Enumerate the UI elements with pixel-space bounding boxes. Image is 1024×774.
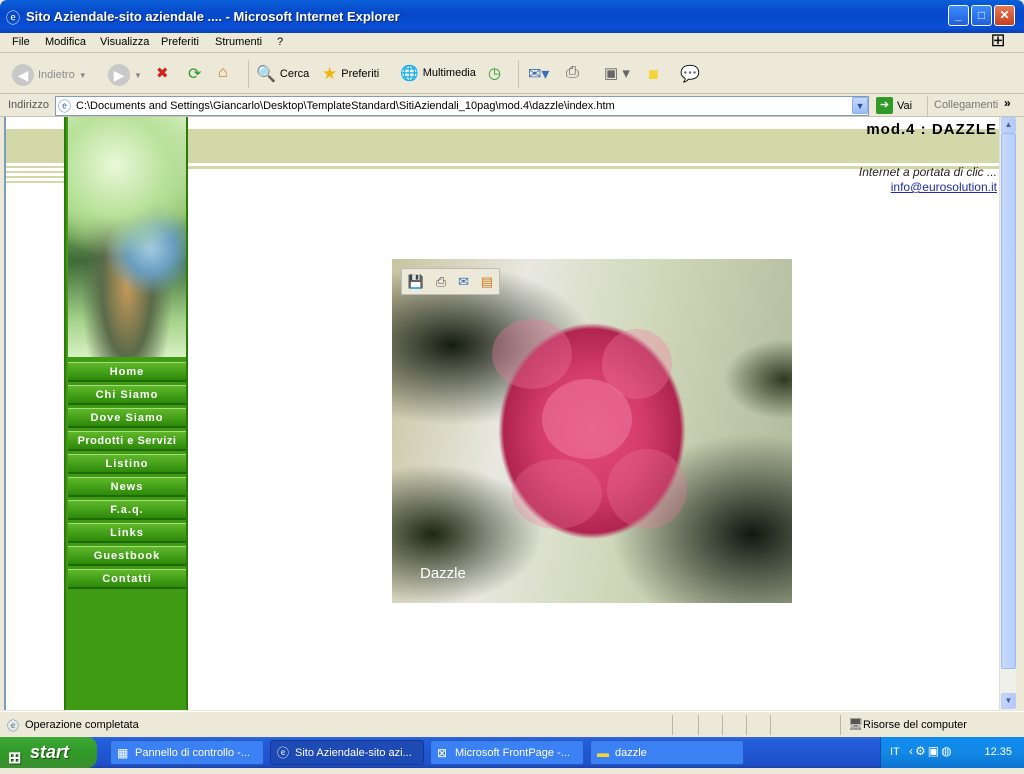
flower-photo: Dazzle: [392, 259, 792, 603]
nav-prodotti-servizi[interactable]: Prodotti e Servizi: [68, 431, 186, 451]
print-icon[interactable]: ⎙: [566, 64, 579, 82]
computer-icon: 🖥: [848, 717, 864, 731]
toolbar: ◀ Indietro ▼ ▶ ▼ ✖ ⟳ ⌂ 🔍 Cerca ★ Preferi…: [0, 54, 1024, 94]
go-label: Vai: [897, 99, 913, 112]
windows-flag-icon: ⊞: [8, 750, 22, 767]
page-content: Home Chi Siamo Dove Siamo Prodotti e Ser…: [4, 117, 999, 710]
sidebar-decorative-image: [68, 117, 186, 357]
dropdown-icon: ▼: [134, 70, 142, 80]
nav-home[interactable]: Home: [68, 362, 186, 382]
start-button[interactable]: ⊞ start: [0, 737, 97, 768]
home-icon[interactable]: ⌂: [218, 64, 228, 82]
mail-icon[interactable]: ✉: [458, 274, 469, 290]
nav-dove-siamo[interactable]: Dove Siamo: [68, 408, 186, 428]
chevron-right-icon[interactable]: »: [1004, 96, 1011, 110]
control-panel-icon: ▦: [117, 746, 129, 760]
taskbar: ⊞ start ▦ Pannello di controllo -... ⓔ S…: [0, 737, 1024, 768]
maximize-button[interactable]: □: [971, 5, 992, 26]
minimize-button[interactable]: _: [948, 5, 969, 26]
print-icon[interactable]: ⎙: [436, 274, 446, 290]
site-tagline: Internet a portata di clic ...: [858, 165, 997, 179]
refresh-icon[interactable]: ⟳: [188, 64, 201, 84]
media-label: Multimedia: [422, 67, 476, 79]
nav-news[interactable]: News: [68, 477, 186, 497]
menu-modifica[interactable]: Modifica: [45, 36, 86, 48]
tray-icons[interactable]: ‹⚙▣◍: [909, 744, 954, 758]
scroll-up-icon[interactable]: ▲: [1001, 117, 1016, 133]
task-frontpage[interactable]: ⊠ Microsoft FrontPage -...: [430, 740, 584, 765]
links-label[interactable]: Collegamenti: [934, 99, 998, 111]
nav-chi-siamo[interactable]: Chi Siamo: [68, 385, 186, 405]
menu-preferiti[interactable]: Preferiti: [161, 36, 199, 48]
nav-links[interactable]: Links: [68, 523, 186, 543]
nav-faq[interactable]: F.a.q.: [68, 500, 186, 520]
task-dazzle-folder[interactable]: ▬ dazzle: [590, 740, 744, 765]
address-label: Indirizzo: [8, 99, 49, 111]
globe-icon: 🌐: [400, 65, 419, 82]
task-sito-aziendale[interactable]: ⓔ Sito Aziendale-sito azi...: [270, 740, 424, 765]
close-button[interactable]: ✕: [994, 5, 1015, 26]
email-link[interactable]: info@eurosolution.it: [891, 180, 997, 194]
menu-help[interactable]: ?: [277, 36, 283, 48]
back-label: Indietro: [38, 69, 75, 81]
language-indicator[interactable]: IT: [890, 746, 900, 758]
forward-button[interactable]: ▶ ▼: [108, 64, 142, 86]
vertical-scrollbar[interactable]: ▲ ▼: [999, 117, 1016, 710]
scroll-thumb[interactable]: [1001, 133, 1016, 669]
star-icon: ★: [322, 64, 338, 83]
back-button[interactable]: ◀ Indietro ▼: [12, 64, 87, 86]
menu-file[interactable]: File: [12, 36, 30, 48]
page-icon: ⓔ: [7, 719, 20, 733]
save-icon[interactable]: 💾: [408, 274, 424, 290]
go-button[interactable]: ➔ Vai: [876, 97, 912, 114]
clock: 12.35: [984, 746, 1012, 758]
forward-arrow-icon: ▶: [108, 64, 130, 86]
title-bar[interactable]: ⓔ Sito Aziendale-sito aziendale .... - M…: [0, 0, 1024, 33]
messenger-icon[interactable]: 💬: [680, 64, 700, 84]
window-title: Sito Aziendale-sito aziendale .... - Mic…: [26, 9, 400, 24]
start-label: start: [30, 742, 70, 762]
nav-contatti[interactable]: Contatti: [68, 569, 186, 589]
folder-icon: ▬: [597, 746, 609, 760]
nav-listino[interactable]: Listino: [68, 454, 186, 474]
edit-icon[interactable]: ▣ ▾: [604, 64, 630, 82]
search-icon: 🔍: [256, 66, 276, 83]
frontpage-icon: ⊠: [437, 746, 448, 760]
dropdown-icon: ▼: [78, 70, 87, 80]
media-button[interactable]: 🌐 Multimedia: [400, 64, 476, 82]
stop-icon[interactable]: ✖: [156, 64, 169, 82]
address-url: C:\Documents and Settings\Giancarlo\Desk…: [76, 100, 615, 112]
ie-icon: ⓔ: [6, 10, 20, 26]
search-label: Cerca: [279, 68, 310, 80]
status-bar: ⓔ Operazione completata 🖥 Risorse del co…: [0, 711, 1024, 737]
menu-strumenti[interactable]: Strumenti: [215, 36, 262, 48]
search-button[interactable]: 🔍 Cerca: [256, 64, 309, 84]
windows-logo-icon: ⊞: [990, 30, 1006, 50]
folder-icon[interactable]: ▤: [481, 274, 493, 290]
image-caption: Dazzle: [420, 565, 466, 582]
scroll-down-icon[interactable]: ▼: [1001, 693, 1016, 709]
status-text: Operazione completata: [25, 719, 139, 731]
address-dropdown-icon[interactable]: ▼: [852, 97, 868, 114]
back-arrow-icon: ◀: [12, 64, 34, 86]
favorites-label: Preferiti: [341, 68, 380, 80]
page-icon: ⓔ: [58, 99, 72, 114]
menu-visualizza[interactable]: Visualizza: [100, 36, 149, 48]
nav-guestbook[interactable]: Guestbook: [68, 546, 186, 566]
go-arrow-icon: ➔: [876, 97, 893, 114]
favorites-button[interactable]: ★ Preferiti: [322, 64, 379, 84]
image-toolbar: 💾 ⎙ ✉ ▤: [401, 268, 500, 295]
system-tray: IT ‹⚙▣◍ 12.35: [880, 737, 1024, 768]
history-icon[interactable]: ◷: [488, 64, 501, 82]
note-icon[interactable]: ■: [648, 64, 659, 85]
ie-icon: ⓔ: [277, 746, 290, 760]
security-zone: Risorse del computer: [863, 719, 967, 731]
address-input[interactable]: ⓔ C:\Documents and Settings\Giancarlo\De…: [55, 96, 869, 116]
menu-bar: File Modifica Visualizza Preferiti Strum…: [0, 33, 1024, 53]
mail-icon[interactable]: ✉▾: [528, 64, 549, 84]
task-pannello-controllo[interactable]: ▦ Pannello di controllo -...: [110, 740, 264, 765]
site-title: mod.4 : DAZZLE: [866, 121, 997, 138]
address-bar: Indirizzo ⓔ C:\Documents and Settings\Gi…: [0, 95, 1024, 117]
